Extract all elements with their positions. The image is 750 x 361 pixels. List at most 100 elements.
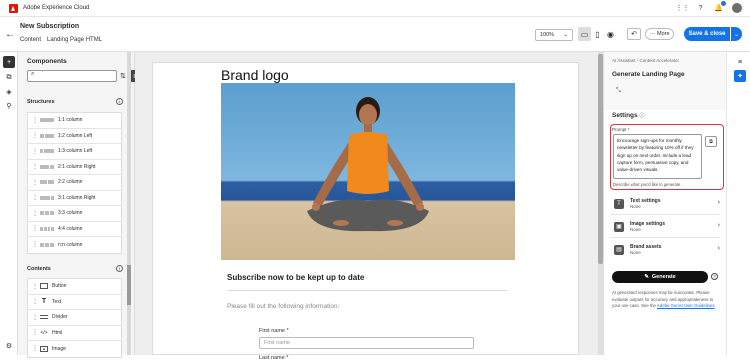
- landing-page-body[interactable]: Brand logo Subscribe now to be kept up t…: [152, 62, 579, 361]
- components-scrollbar-thumb[interactable]: [127, 265, 131, 305]
- structure-label: 1:2 column Left: [58, 132, 93, 139]
- right-rail: ≡ ✦: [726, 52, 750, 355]
- save-close-button[interactable]: Save & close: [684, 27, 730, 41]
- breadcrumb-content[interactable]: Content: [20, 37, 41, 43]
- structures-title: Structures: [27, 99, 55, 105]
- preview-eye-icon[interactable]: ◉: [604, 27, 617, 41]
- chevron-down-icon: ⌄: [563, 32, 568, 38]
- content-item-button[interactable]: ⋮ Button: [28, 279, 121, 295]
- content-item-image[interactable]: ⋮ ▴ Image: [28, 341, 121, 357]
- mobile-view-icon[interactable]: ▯: [591, 27, 604, 41]
- ai-settings-section: Settings ⓘ Prompt * Encourage sign-ups f…: [604, 110, 727, 355]
- content-item-html[interactable]: ⋮ </> Html: [28, 326, 121, 341]
- drag-handle-icon[interactable]: ⋮: [32, 225, 38, 232]
- drag-handle-icon[interactable]: ⋮: [32, 345, 38, 352]
- brand-logo[interactable]: Brand logo: [221, 67, 289, 83]
- more-button[interactable]: ··· More: [645, 28, 674, 40]
- settings-panel-icon[interactable]: ⚙: [3, 340, 15, 352]
- editor-canvas: Brand logo Subscribe now to be kept up t…: [135, 52, 603, 361]
- structure-item[interactable]: ⋮ 3:1 column Right: [28, 191, 121, 206]
- content-item-divider[interactable]: ⋮ Divider: [28, 310, 121, 326]
- notifications-bell-icon[interactable]: 🔔: [714, 0, 726, 13]
- drag-handle-icon[interactable]: ⋮: [32, 314, 38, 321]
- subscribe-heading[interactable]: Subscribe now to be kept up to date: [227, 273, 364, 282]
- form-intro-text[interactable]: Please fill out the following informatio…: [227, 303, 339, 310]
- more-dots-icon: ···: [649, 31, 655, 37]
- hero-image[interactable]: [221, 83, 515, 260]
- user-avatar[interactable]: [732, 3, 742, 13]
- sort-icon[interactable]: ⇅: [120, 72, 126, 80]
- adobe-logo-icon[interactable]: [9, 3, 18, 13]
- chevron-right-icon: ›: [717, 245, 720, 252]
- components-search-input[interactable]: ⌕: [27, 70, 117, 82]
- structure-item[interactable]: ⋮ 1:1 column: [28, 113, 121, 129]
- image-settings-row[interactable]: ▣ Image settings None ›: [610, 217, 720, 236]
- drag-handle-icon[interactable]: ⋮: [32, 283, 38, 290]
- structure-4-4-icon: [40, 226, 54, 231]
- content-label: Image: [52, 345, 66, 352]
- drag-handle-icon[interactable]: ⋮: [32, 241, 38, 248]
- more-label: More: [656, 31, 670, 37]
- structure-item[interactable]: ⋮ 4:4 column: [28, 222, 121, 237]
- left-rail: + ⧉ ◈ ⚲ ⚙: [0, 52, 18, 355]
- desktop-view-icon[interactable]: ▭: [578, 27, 591, 41]
- drag-handle-icon[interactable]: ⋮: [32, 132, 38, 139]
- add-components-icon[interactable]: +: [3, 56, 15, 68]
- apps-grid-icon[interactable]: ⋮⋮: [676, 4, 690, 13]
- image-icon: ▴: [40, 345, 48, 352]
- structure-item[interactable]: ⋮ 2:2 column: [28, 175, 121, 191]
- structure-3-3-icon: [40, 211, 54, 216]
- structure-item[interactable]: ⋮ 3:3 column: [28, 206, 121, 222]
- structure-item[interactable]: ⋮ 1:2 column Left: [28, 129, 121, 144]
- generate-button[interactable]: ✎ Generate: [612, 271, 708, 283]
- drag-handle-icon[interactable]: ⋮: [32, 148, 38, 155]
- genai-guidelines-link[interactable]: Adobe GenAI User Guidelines: [657, 303, 715, 308]
- drag-handle-icon[interactable]: ⋮: [32, 194, 38, 201]
- structure-item[interactable]: ⋮ n:n column: [28, 237, 121, 253]
- image-settings-icon: ▣: [614, 221, 624, 232]
- structure-2-1-icon: [40, 164, 54, 169]
- drag-handle-icon[interactable]: ⋮: [32, 117, 38, 124]
- drag-handle-icon[interactable]: ⋮: [32, 298, 38, 305]
- contents-info-icon[interactable]: i: [116, 265, 123, 272]
- drag-handle-icon[interactable]: ⋮: [32, 179, 38, 186]
- components-scrollbar[interactable]: [127, 52, 131, 355]
- prompt-hint: Describe what you'd like to generate.: [613, 182, 682, 187]
- breadcrumb-landing-page[interactable]: Landing Page HTML: [47, 37, 102, 43]
- structures-info-icon[interactable]: i: [116, 98, 123, 105]
- prompt-textarea[interactable]: Encourage sign-ups for monthly newslette…: [613, 134, 702, 179]
- content-label: Html: [52, 329, 63, 336]
- structure-label: 1:3 column Left: [58, 148, 93, 155]
- meditation-illustration: [307, 97, 429, 232]
- drag-handle-icon[interactable]: ⋮: [32, 329, 38, 336]
- prompt-library-icon[interactable]: ⧉: [705, 136, 717, 147]
- ai-panel-title: Generate Landing Page: [612, 71, 685, 78]
- save-dropdown-chevron-icon[interactable]: ⌄: [731, 27, 742, 41]
- first-name-label: First name *: [259, 328, 289, 334]
- text-settings-row[interactable]: T Text settings None ›: [610, 194, 720, 213]
- fragments-icon[interactable]: ⧉: [3, 72, 15, 84]
- app-title: Adobe Experience Cloud: [23, 5, 90, 11]
- content-item-text[interactable]: ⋮ T Text: [28, 295, 121, 310]
- brand-assets-row[interactable]: ▤ Brand assets None ›: [610, 240, 720, 259]
- structure-label: 3:1 column Right: [58, 194, 96, 201]
- ai-assistant-icon[interactable]: ✦: [734, 70, 746, 82]
- generate-help-icon[interactable]: ?: [711, 273, 718, 280]
- chevron-right-icon: ›: [717, 199, 720, 206]
- link-icon[interactable]: ⚲: [3, 100, 15, 112]
- properties-sliders-icon[interactable]: ≡: [734, 56, 746, 68]
- first-name-input[interactable]: First name: [259, 337, 474, 349]
- layers-icon[interactable]: ◈: [3, 86, 15, 98]
- contents-list: ⋮ Button ⋮ T Text ⋮ Divider ⋮ </> Html ⋮ ▴ Image: [27, 278, 122, 358]
- settings-info-icon[interactable]: ⓘ: [639, 113, 644, 119]
- drag-handle-icon[interactable]: ⋮: [32, 163, 38, 170]
- structure-item[interactable]: ⋮ 1:3 column Left: [28, 144, 121, 160]
- collapse-arrows-icon[interactable]: ⤡: [616, 88, 621, 95]
- drag-handle-icon[interactable]: ⋮: [32, 210, 38, 217]
- back-arrow-icon[interactable]: ←: [5, 29, 15, 40]
- help-icon[interactable]: ?: [696, 4, 705, 13]
- zoom-select[interactable]: 100% ⌄: [535, 29, 573, 41]
- page-title: New Subscription: [20, 23, 80, 30]
- structure-item[interactable]: ⋮ 2:1 column Right: [28, 160, 121, 175]
- undo-button[interactable]: ↶: [627, 28, 641, 40]
